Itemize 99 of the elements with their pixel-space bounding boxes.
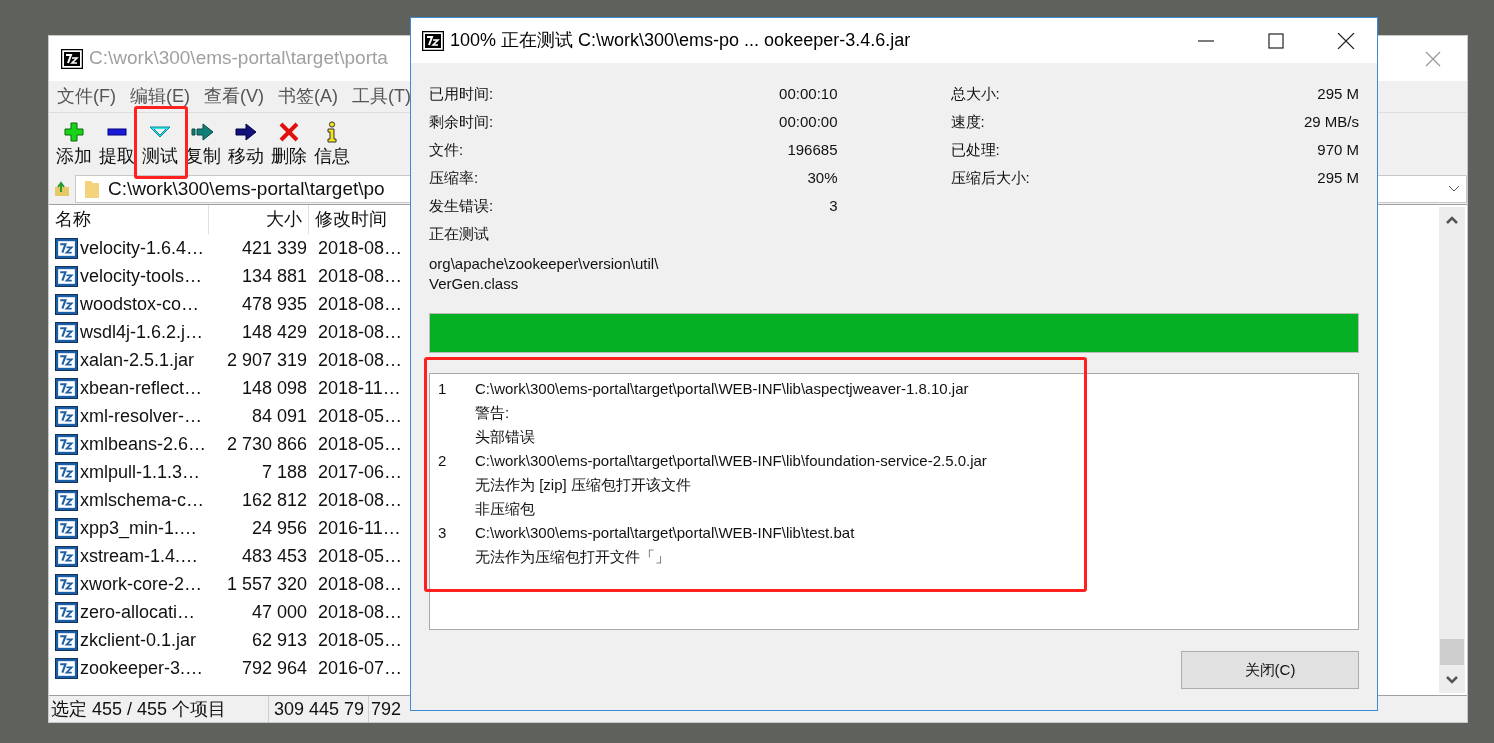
- info-icon: [324, 120, 339, 143]
- arrow-right-icon: [233, 120, 258, 143]
- archive-icon: [55, 293, 78, 315]
- stat-value: 196685: [787, 139, 838, 160]
- toolbar-button[interactable]: 移动: [224, 120, 267, 167]
- window-title: C:\work\300\ems-portal\target\porta: [89, 46, 388, 71]
- file-row[interactable]: xml-resolver-… 84 091 2018-05…: [49, 402, 411, 430]
- scroll-thumb[interactable]: [1440, 639, 1464, 665]
- menu-item[interactable]: 工具(T): [352, 83, 411, 110]
- log-line: 无法作为 [zip] 压缩包打开该文件: [475, 475, 692, 495]
- stat-label: 总大小:: [950, 83, 1000, 104]
- archive-icon: [55, 629, 78, 651]
- plus-icon: [62, 120, 85, 143]
- file-row[interactable]: xstream-1.4.… 483 453 2018-05…: [49, 542, 411, 570]
- column-header[interactable]: 名称: [49, 205, 209, 234]
- folder-up-icon[interactable]: [53, 180, 71, 198]
- archive-icon: [55, 601, 78, 623]
- archive-icon: [55, 573, 78, 595]
- stat-value: 3: [829, 195, 838, 216]
- menu-item[interactable]: 查看(V): [204, 83, 264, 110]
- file-row[interactable]: velocity-1.6.4… 421 339 2018-08…: [49, 234, 411, 262]
- toolbar-button[interactable]: 信息: [310, 120, 353, 167]
- stat-value: 29 MB/s: [1303, 111, 1359, 132]
- log-number: 2: [438, 451, 448, 471]
- log-line: 警告:: [475, 403, 511, 423]
- status-text: 792: [370, 697, 402, 721]
- cross-icon: [277, 120, 300, 143]
- file-row[interactable]: xwork-core-2… 1 557 320 2018-08…: [49, 570, 411, 598]
- archive-icon: [55, 433, 78, 455]
- log-line: 无法作为压缩包打开文件「」: [475, 547, 671, 567]
- app-logo-icon: [422, 30, 444, 51]
- file-row[interactable]: woodstox-co… 478 935 2018-08…: [49, 290, 411, 318]
- arrow-right-icon: [190, 120, 215, 143]
- file-row[interactable]: xmlschema-c… 162 812 2018-08…: [49, 486, 411, 514]
- close-button[interactable]: 关闭(C): [1181, 651, 1359, 689]
- stat-label: 已处理:: [950, 139, 1000, 160]
- column-header[interactable]: 大小: [209, 205, 309, 234]
- log-number: 3: [438, 523, 448, 543]
- address-field[interactable]: C:\work\300\ems-portal\target\po: [75, 175, 411, 203]
- log-line: 头部错误: [475, 427, 536, 447]
- archive-icon: [55, 349, 78, 371]
- archive-icon: [55, 545, 78, 567]
- archive-icon: [55, 265, 78, 287]
- stat-label: 已用时间:: [429, 83, 494, 104]
- archive-icon: [55, 377, 78, 399]
- folder-icon: [84, 179, 100, 199]
- file-row[interactable]: zookeeper-3.… 792 964 2016-07…: [49, 654, 411, 682]
- stat-label: 速度:: [950, 111, 985, 132]
- log-line: C:\work\300\ems-portal\target\portal\WEB-INF\lib\foundation-service-2.5.0.jar: [475, 451, 987, 471]
- stat-value: 30%: [807, 167, 838, 188]
- file-row[interactable]: zkclient-0.1.jar 62 913 2018-05…: [49, 626, 411, 654]
- app-logo-icon: [61, 48, 83, 69]
- file-row[interactable]: xmlbeans-2.6… 2 730 866 2018-05…: [49, 430, 411, 458]
- archive-icon: [55, 237, 78, 259]
- dropdown-caret-icon[interactable]: [1448, 185, 1460, 193]
- file-row[interactable]: wsdl4j-1.6.2.j… 148 429 2018-08…: [49, 318, 411, 346]
- scroll-down-icon[interactable]: [1445, 675, 1459, 685]
- stat-value: 00:00:00: [779, 111, 838, 132]
- menu-item[interactable]: 文件(F): [57, 83, 116, 110]
- file-row[interactable]: xmlpull-1.1.3… 7 188 2017-06…: [49, 458, 411, 486]
- archive-icon: [55, 657, 78, 679]
- stat-value: 295 M: [1317, 83, 1359, 104]
- toolbar-button[interactable]: 删除: [267, 120, 310, 167]
- stat-value: 295 M: [1317, 167, 1359, 188]
- stat-value: 970 M: [1317, 139, 1359, 160]
- current-file-path: VerGen.class: [429, 274, 520, 294]
- file-row[interactable]: zero-allocati… 47 000 2018-08…: [49, 598, 411, 626]
- status-text: 选定 455 / 455 个项目: [49, 696, 269, 722]
- archive-icon: [55, 405, 78, 427]
- archive-icon: [55, 461, 78, 483]
- status-label: 正在测试: [429, 223, 490, 244]
- stat-label: 剩余时间:: [429, 111, 494, 132]
- stat-label: 文件:: [429, 139, 464, 160]
- file-row[interactable]: velocity-tools… 134 881 2018-08…: [49, 262, 411, 290]
- scroll-up-icon[interactable]: [1445, 215, 1459, 225]
- archive-icon: [55, 321, 78, 343]
- file-row[interactable]: xpp3_min-1.… 24 956 2016-11…: [49, 514, 411, 542]
- log-line: 非压缩包: [475, 499, 536, 519]
- menu-item[interactable]: 书签(A): [278, 83, 338, 110]
- stat-label: 压缩率:: [429, 167, 479, 188]
- archive-icon: [55, 517, 78, 539]
- stat-label: 压缩后大小:: [950, 167, 1030, 188]
- log-line: C:\work\300\ems-portal\target\portal\WEB-INF\lib\test.bat: [475, 523, 855, 543]
- column-header[interactable]: 修改时间: [309, 205, 409, 234]
- log-number: 1: [438, 379, 448, 399]
- archive-icon: [55, 489, 78, 511]
- log-line: C:\work\300\ems-portal\target\portal\WEB-INF\lib\aspectjweaver-1.8.10.jar: [475, 379, 969, 399]
- scrollbar[interactable]: [1439, 207, 1465, 693]
- current-file-path: org\apache\zookeeper\version\util\: [429, 254, 660, 274]
- stat-value: 00:00:10: [779, 83, 838, 104]
- toolbar-button[interactable]: 提取: [95, 120, 138, 167]
- dialog-title: 100% 正在测试 C:\work\300\ems-po ... ookeeper-3.4.6.jar: [450, 29, 911, 52]
- status-text: 309 445 79: [269, 696, 369, 722]
- file-row[interactable]: xalan-2.5.1.jar 2 907 319 2018-08…: [49, 346, 411, 374]
- stat-label: 发生错误:: [429, 195, 494, 216]
- menu-item[interactable]: 编辑(E): [130, 83, 190, 110]
- file-row[interactable]: xbean-reflect… 148 098 2018-11…: [49, 374, 411, 402]
- toolbar-button[interactable]: 测试: [138, 120, 181, 167]
- toolbar-button[interactable]: 添加: [52, 120, 95, 167]
